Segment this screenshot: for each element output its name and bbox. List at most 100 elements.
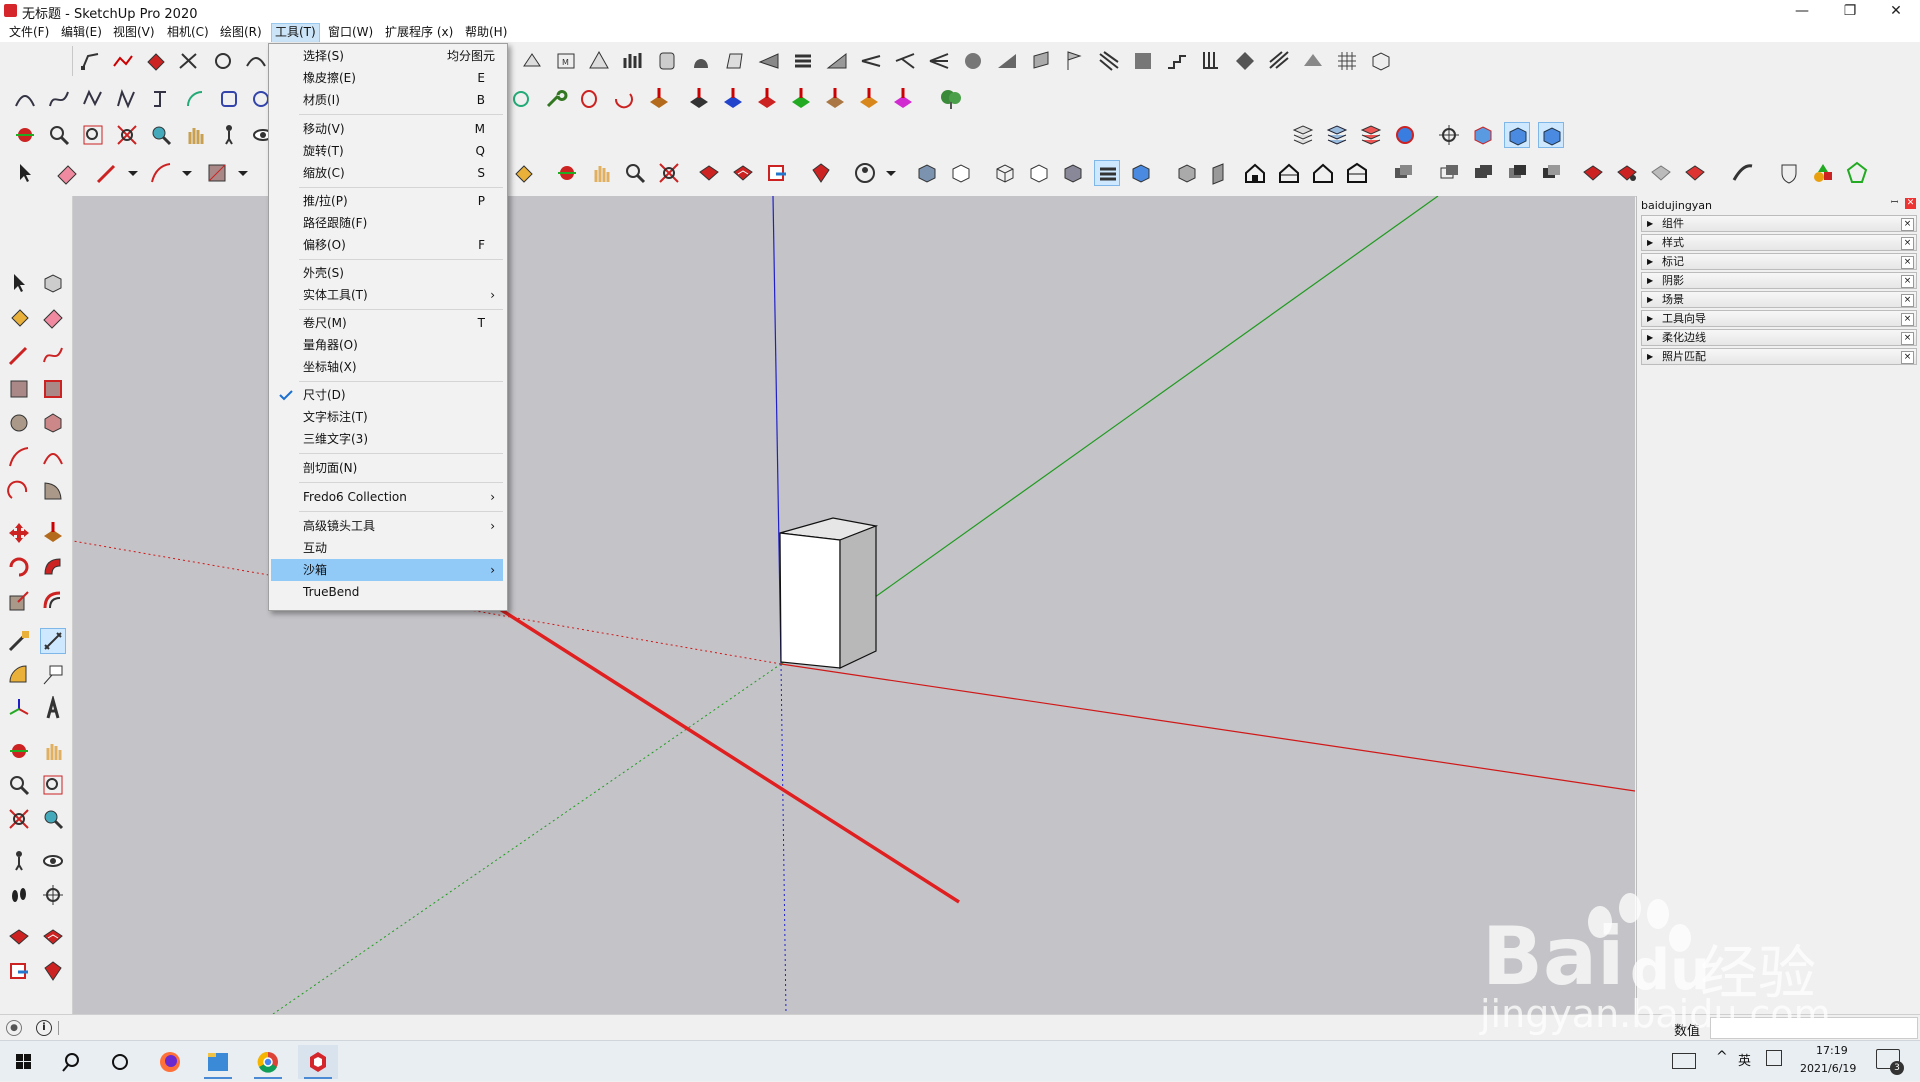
gem-red-icon[interactable] [1682, 160, 1708, 186]
polyline-curve-icon[interactable] [148, 86, 174, 112]
mirror-tool-icon[interactable] [586, 48, 612, 74]
scale-left-icon[interactable] [6, 588, 32, 614]
follow-me-left-icon[interactable] [40, 554, 66, 580]
branch-tool-icon[interactable] [892, 48, 918, 74]
polygon-left-icon[interactable] [40, 410, 66, 436]
firefox-icon[interactable] [150, 1045, 190, 1079]
extensions-left-icon[interactable] [40, 958, 66, 984]
tray-panel-styles[interactable]: ▶ 样式 × [1641, 234, 1917, 251]
geo-location-icon[interactable]: ● [6, 1020, 22, 1036]
menu-view[interactable]: 视图(V) [110, 24, 158, 42]
arc-tool-icon[interactable] [182, 86, 208, 112]
panel-close-icon[interactable]: × [1901, 313, 1914, 326]
bezier-tool-icon[interactable] [12, 86, 38, 112]
orbit-left-icon[interactable] [6, 738, 32, 764]
clock-date[interactable]: 2021/6/19 [1800, 1062, 1856, 1075]
joint-push-tool-icon[interactable] [686, 86, 712, 112]
iso-view-icon[interactable] [1504, 122, 1530, 148]
cube-outline-icon[interactable] [1368, 48, 1394, 74]
rectangle-left-icon[interactable] [6, 376, 32, 402]
polyhedron-tool-icon[interactable] [1844, 160, 1870, 186]
zoom-extents-tool-icon[interactable] [114, 122, 140, 148]
menu-item-outer-shell[interactable]: 外壳(S) [271, 262, 503, 284]
account-icon[interactable] [852, 160, 878, 186]
info-icon[interactable]: i [36, 1020, 52, 1036]
tangent-tool-icon[interactable] [610, 86, 636, 112]
wireframe-icon[interactable] [992, 160, 1018, 186]
subtract-icon[interactable] [1504, 160, 1530, 186]
eraser-tool-icon[interactable] [54, 160, 80, 186]
maximize-button[interactable]: ❐ [1828, 0, 1872, 22]
wrench-tool-icon[interactable] [542, 86, 568, 112]
layers-color-icon[interactable] [1392, 122, 1418, 148]
menu-item-section-plane[interactable]: 剖切面(N) [271, 457, 503, 479]
menu-extensions[interactable]: 扩展程序 (x) [382, 24, 456, 42]
grip-tool-icon[interactable] [688, 48, 714, 74]
tray-overflow-caret[interactable]: ^ [1716, 1049, 1728, 1065]
search-icon[interactable] [52, 1045, 92, 1079]
warehouse-left-icon[interactable] [6, 924, 32, 950]
push-f-tool-icon[interactable] [890, 86, 916, 112]
zoom-tool-icon[interactable] [46, 122, 72, 148]
task-view-icon[interactable] [100, 1045, 140, 1079]
back-house-icon[interactable] [1310, 160, 1336, 186]
push-pull-left-icon[interactable] [40, 520, 66, 546]
make-component-icon[interactable] [40, 270, 66, 296]
clock-time[interactable]: 17:19 [1816, 1044, 1848, 1057]
gem-gray-icon[interactable] [1648, 160, 1674, 186]
axes-left-icon[interactable] [6, 696, 32, 722]
curve-tool-icon[interactable] [243, 48, 269, 74]
select-icon[interactable] [6, 270, 32, 296]
box-model[interactable] [779, 517, 879, 669]
shaded-textures-icon[interactable] [1094, 160, 1120, 186]
ramp-tool-icon[interactable] [994, 48, 1020, 74]
stairs-tool-icon[interactable] [1164, 48, 1190, 74]
union-icon[interactable] [1470, 160, 1496, 186]
menu-item-scale[interactable]: 缩放(C) S [271, 162, 503, 184]
freehand-left-icon[interactable] [40, 342, 66, 368]
tray-pin-icon[interactable]: ꟷ [1889, 198, 1900, 209]
3d-text-left-icon[interactable] [40, 694, 66, 722]
front-house-icon[interactable] [1242, 160, 1268, 186]
panel-close-icon[interactable]: × [1901, 294, 1914, 307]
slope-tool-icon[interactable] [824, 48, 850, 74]
shaded-icon[interactable] [1060, 160, 1086, 186]
menu-item-fredo6[interactable]: Fredo6 Collection › [271, 486, 503, 508]
select-arrow-icon[interactable] [12, 160, 38, 186]
arc-left-icon[interactable] [6, 444, 32, 470]
tape-measure-left-icon[interactable] [6, 628, 32, 654]
polyline-tool-icon[interactable] [110, 48, 136, 74]
panel-close-icon[interactable]: × [1901, 275, 1914, 288]
vector-push-v-icon[interactable] [788, 86, 814, 112]
lasso-tool-icon[interactable] [576, 86, 602, 112]
monochrome-icon[interactable] [1128, 160, 1154, 186]
draw-tool-icon[interactable] [78, 48, 104, 74]
text-label-left-icon[interactable] [40, 662, 66, 688]
menu-help[interactable]: 帮助(H) [462, 24, 510, 42]
intersect-icon[interactable] [1436, 160, 1462, 186]
menu-item-paint[interactable]: 材质(I) B [271, 89, 503, 111]
panel-close-icon[interactable]: × [1901, 351, 1914, 364]
minimize-button[interactable]: — [1780, 0, 1824, 22]
position-camera-left-icon[interactable] [6, 848, 32, 874]
layers-tool-icon[interactable] [1290, 122, 1316, 148]
menu-item-protractor[interactable]: 量角器(O) [271, 334, 503, 356]
left-house-icon[interactable] [1344, 160, 1370, 186]
account-dropdown-icon[interactable] [878, 160, 904, 186]
circle-left-icon[interactable] [6, 410, 32, 436]
tray-panel-scenes[interactable]: ▶ 场景 × [1641, 291, 1917, 308]
offset-left-icon[interactable] [40, 588, 66, 614]
tray-close-icon[interactable]: ✕ [1905, 198, 1916, 209]
menu-item-axes[interactable]: 坐标轴(X) [271, 356, 503, 378]
tree-tool-icon[interactable] [938, 86, 964, 112]
two-point-arc-left-icon[interactable] [40, 444, 66, 470]
sheet-tool-icon[interactable] [722, 48, 748, 74]
menu-item-offset[interactable]: 偏移(O) F [271, 234, 503, 256]
arc-draw-tool-icon[interactable] [148, 160, 174, 186]
bend-tool-icon[interactable] [1730, 160, 1756, 186]
rectangle-draw-icon[interactable] [204, 160, 230, 186]
edit-tool-icon[interactable] [176, 48, 202, 74]
pan-left-icon[interactable] [40, 738, 66, 764]
tray-panel-match-photo[interactable]: ▶ 照片匹配 × [1641, 348, 1917, 365]
walk-tool-icon[interactable] [216, 122, 242, 148]
